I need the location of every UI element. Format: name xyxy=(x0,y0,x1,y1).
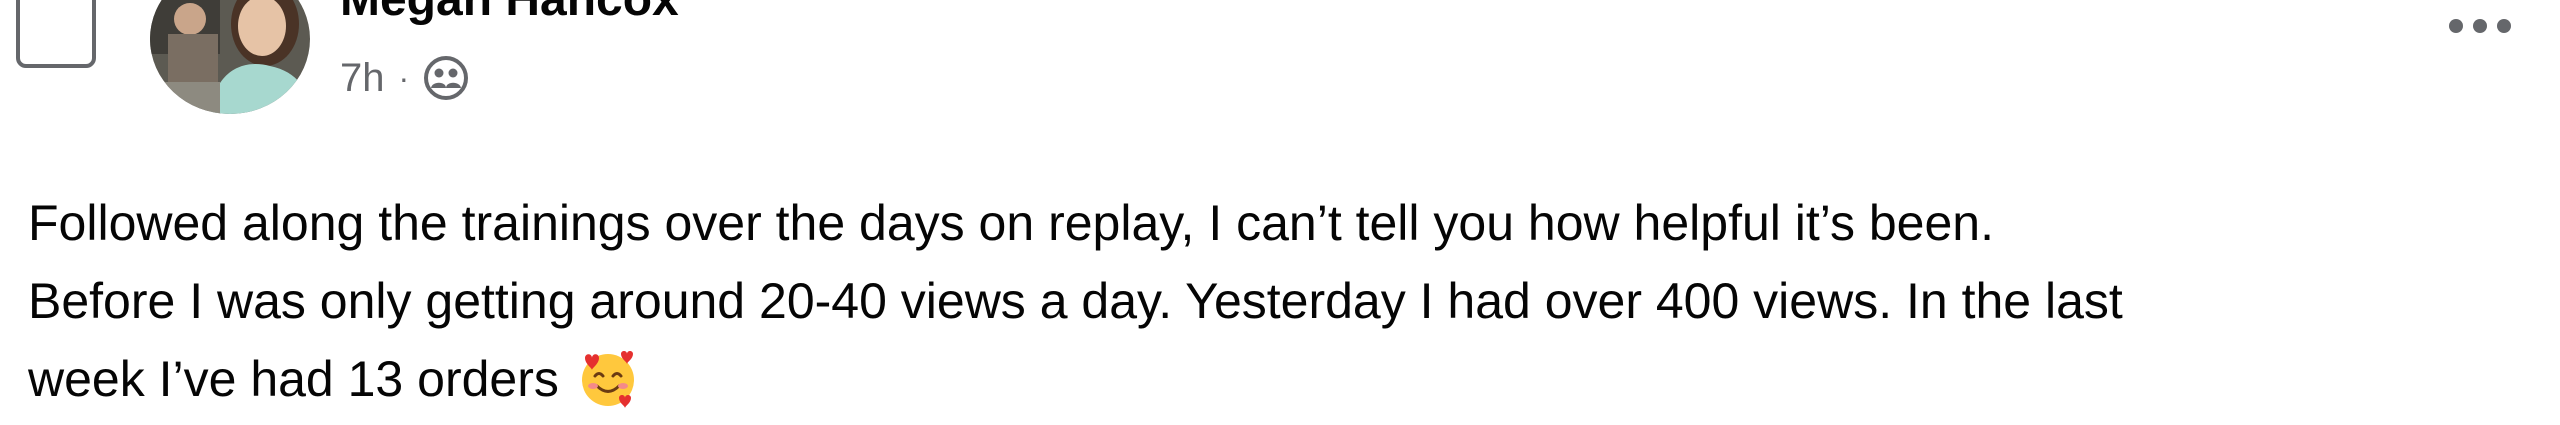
post-text-line: week I’ve had 13 orders xyxy=(28,340,2548,425)
more-options-button[interactable] xyxy=(2440,0,2520,56)
ellipsis-icon xyxy=(2448,18,2512,39)
meta-separator: · xyxy=(398,59,410,96)
friends-icon[interactable] xyxy=(423,55,469,101)
post-text-line: Before I was only getting around 20-40 v… xyxy=(28,273,2123,329)
author-name[interactable]: Megan Hancox xyxy=(340,0,679,30)
post-text-line-content: week I’ve had 13 orders xyxy=(28,351,559,407)
select-checkbox[interactable] xyxy=(16,0,96,68)
smiling-face-with-hearts-emoji xyxy=(577,348,639,425)
post-text: Followed along the trainings over the da… xyxy=(28,184,2548,425)
post-meta: 7h · xyxy=(340,48,469,108)
post-text-line: Followed along the trainings over the da… xyxy=(28,195,1994,251)
author-avatar[interactable] xyxy=(150,0,310,114)
post-timestamp[interactable]: 7h xyxy=(340,56,385,101)
